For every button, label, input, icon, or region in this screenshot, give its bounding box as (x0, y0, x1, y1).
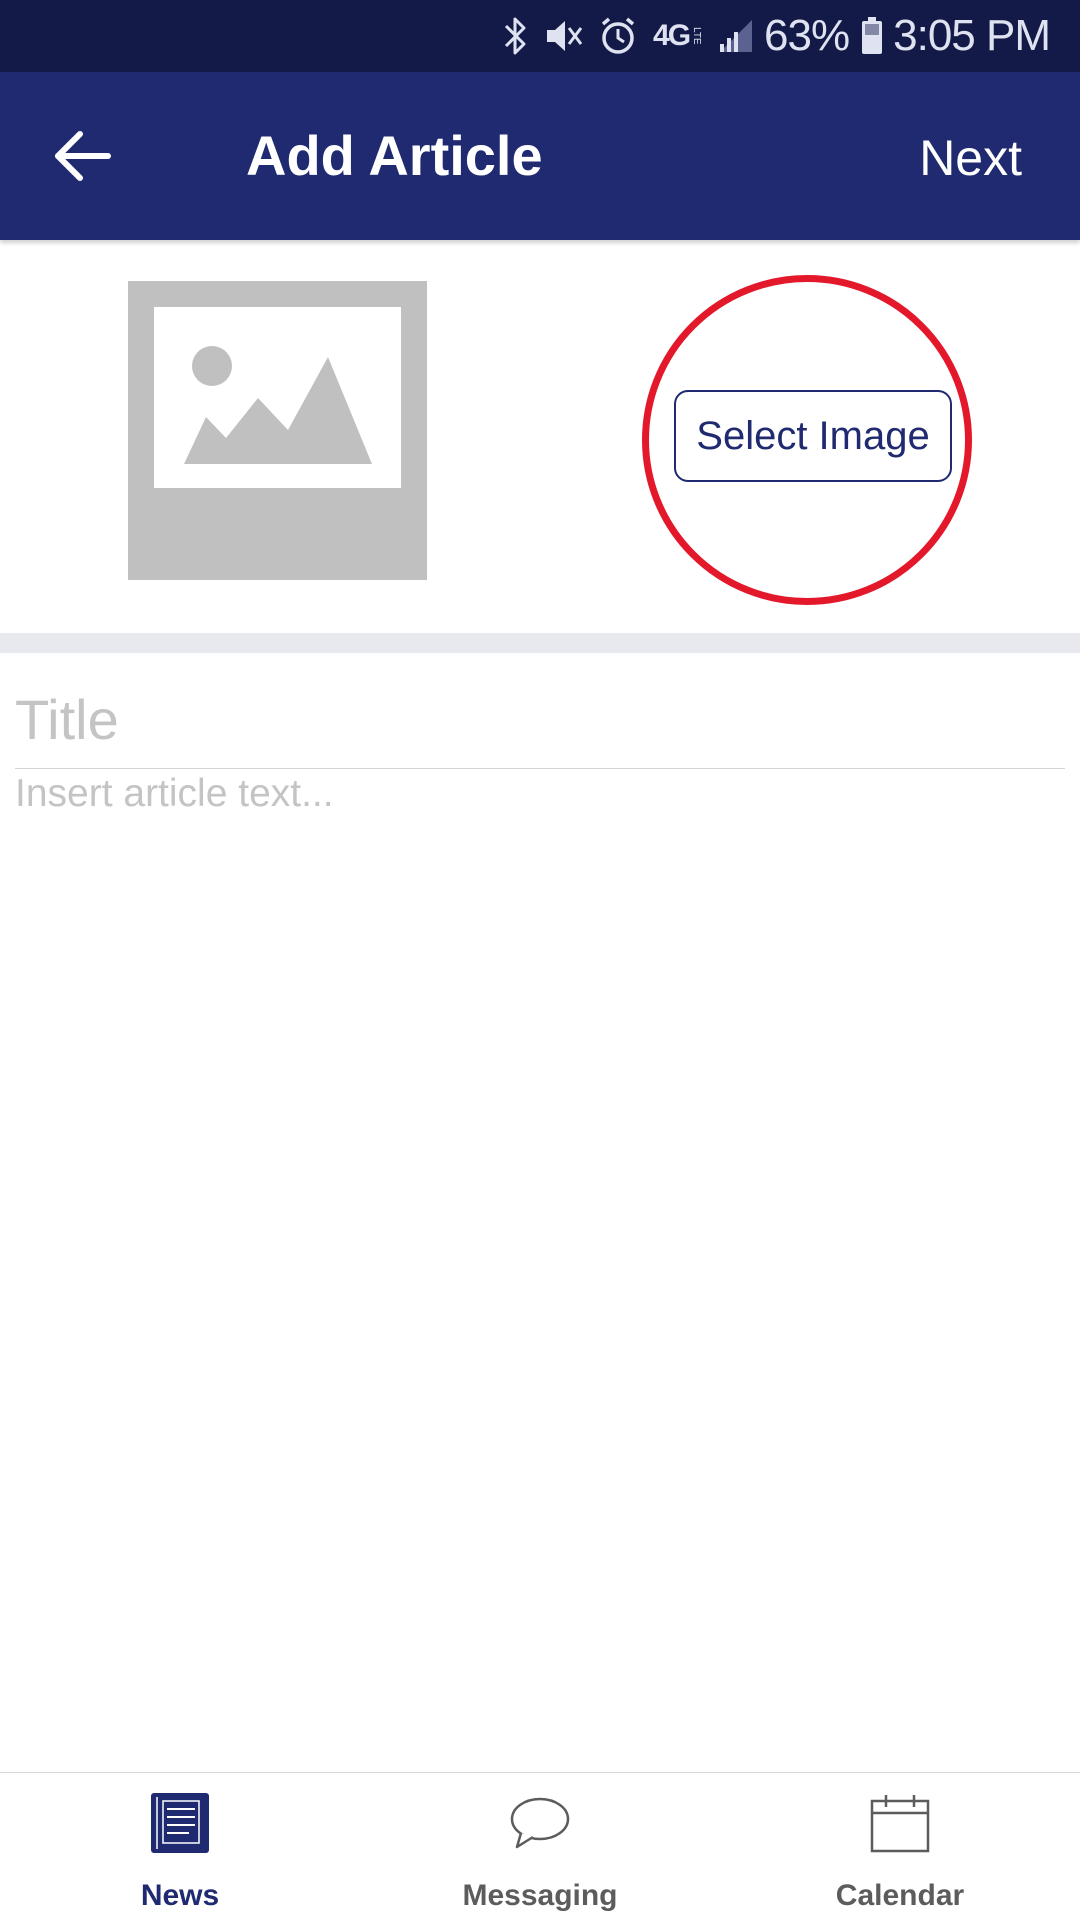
chat-bubble-icon (510, 1797, 570, 1849)
article-text-input[interactable] (15, 772, 1065, 1672)
nav-item-messaging[interactable]: Messaging (360, 1773, 720, 1920)
back-button[interactable] (52, 126, 116, 186)
image-placeholder-icon (128, 281, 427, 580)
arrow-left-icon (55, 131, 111, 181)
battery-percent: 63% (764, 11, 850, 60)
section-divider (0, 633, 1080, 653)
nav-item-news[interactable]: News (0, 1773, 360, 1920)
network-sub-label: LTE (691, 27, 703, 45)
signal-icon (718, 11, 754, 61)
nav-label-news: News (140, 1879, 220, 1912)
bottom-navigation: News Messaging Calendar (0, 1772, 1080, 1920)
nav-label-calendar: Calendar (835, 1879, 965, 1912)
news-icon (151, 1793, 209, 1853)
network-label: 4G (653, 19, 691, 52)
nav-label-messaging: Messaging (462, 1879, 618, 1912)
bluetooth-icon (503, 11, 527, 61)
status-bar: 4G LTE 63% 3:05 PM (0, 0, 1080, 72)
network-4g-lte-icon: 4G LTE (653, 11, 702, 61)
alarm-icon (599, 11, 637, 61)
title-input[interactable] (15, 670, 1065, 769)
nav-item-calendar[interactable]: Calendar (720, 1773, 1080, 1920)
select-image-button[interactable]: Select Image (674, 390, 952, 482)
page-title: Add Article (246, 124, 543, 187)
battery-icon (861, 11, 883, 61)
vibrate-icon (543, 11, 583, 61)
clock: 3:05 PM (893, 11, 1051, 60)
next-button[interactable]: Next (919, 130, 1022, 186)
app-bar: Add Article Next (0, 72, 1080, 240)
calendar-icon (870, 1795, 930, 1853)
